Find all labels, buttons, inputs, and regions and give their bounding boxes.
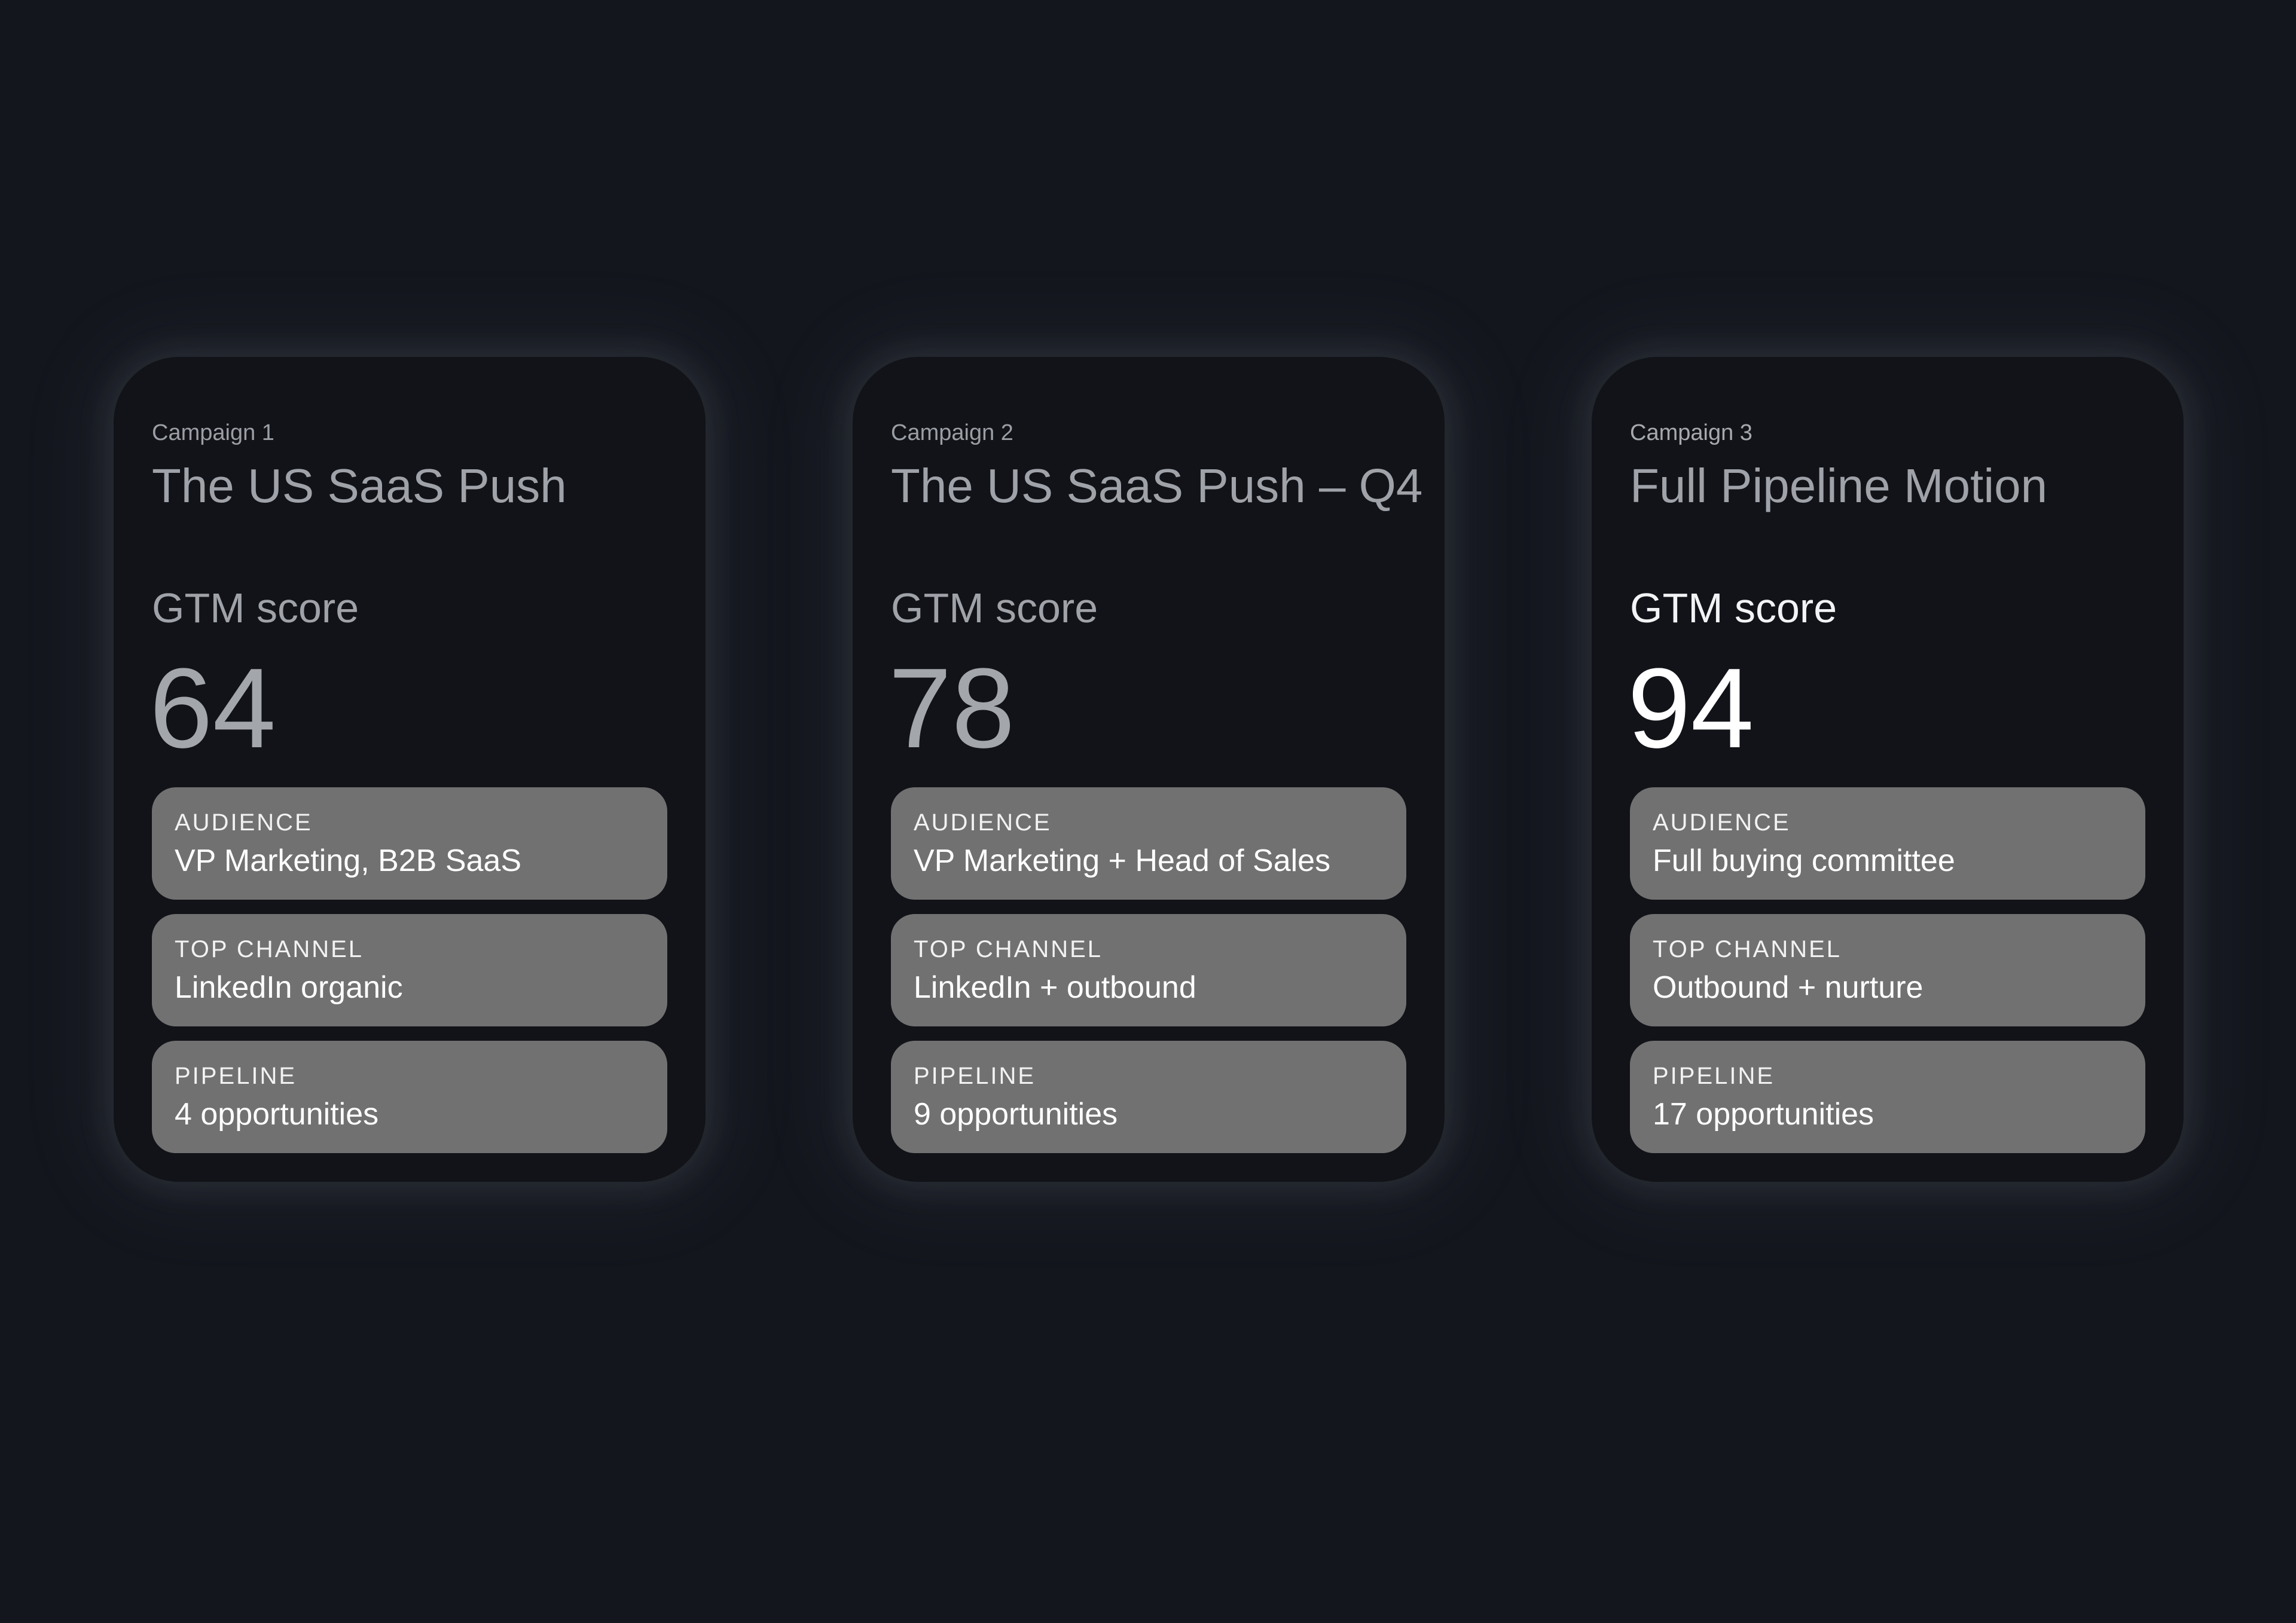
audience-label: AUDIENCE (914, 809, 1052, 836)
campaign-label: Campaign 3 (1630, 420, 1752, 445)
audience-label: AUDIENCE (1653, 809, 1791, 836)
audience-value: VP Marketing, B2B SaaS (175, 843, 522, 878)
gtm-score-value: 78 (889, 645, 1015, 772)
pipeline-panel: PIPELINE 17 opportunities (1630, 1041, 2145, 1153)
campaign-label: Campaign 1 (152, 420, 274, 445)
top-channel-value: LinkedIn + outbound (914, 970, 1196, 1005)
top-channel-panel: TOP CHANNEL Outbound + nurture (1630, 914, 2145, 1026)
top-channel-label: TOP CHANNEL (1653, 936, 1842, 962)
audience-panel: AUDIENCE Full buying committee (1630, 787, 2145, 900)
campaign-label: Campaign 2 (891, 420, 1013, 445)
top-channel-panel: TOP CHANNEL LinkedIn organic (152, 914, 667, 1026)
audience-panel: AUDIENCE VP Marketing, B2B SaaS (152, 787, 667, 900)
top-channel-value: Outbound + nurture (1653, 970, 1923, 1005)
gtm-score-label: GTM score (1630, 585, 1837, 631)
pipeline-panel: PIPELINE 4 opportunities (152, 1041, 667, 1153)
gtm-score-label: GTM score (152, 585, 359, 631)
top-channel-panel: TOP CHANNEL LinkedIn + outbound (891, 914, 1406, 1026)
campaign-card-2[interactable]: Campaign 2 The US SaaS Push – Q4 GTM sco… (853, 357, 1445, 1182)
pipeline-label: PIPELINE (175, 1063, 297, 1089)
audience-panel: AUDIENCE VP Marketing + Head of Sales (891, 787, 1406, 900)
pipeline-value: 4 opportunities (175, 1097, 379, 1132)
pipeline-value: 17 opportunities (1653, 1097, 1874, 1132)
pipeline-panel: PIPELINE 9 opportunities (891, 1041, 1406, 1153)
gtm-score-value: 94 (1628, 645, 1754, 772)
pipeline-label: PIPELINE (914, 1063, 1036, 1089)
audience-label: AUDIENCE (175, 809, 313, 836)
top-channel-value: LinkedIn organic (175, 970, 403, 1005)
gtm-score-value: 64 (149, 645, 276, 772)
top-channel-label: TOP CHANNEL (175, 936, 364, 962)
top-channel-label: TOP CHANNEL (914, 936, 1103, 962)
campaign-title: The US SaaS Push (152, 459, 567, 512)
audience-value: Full buying committee (1653, 843, 1955, 878)
campaign-card-3[interactable]: Campaign 3 Full Pipeline Motion GTM scor… (1592, 357, 2184, 1182)
gtm-score-label: GTM score (891, 585, 1098, 631)
pipeline-label: PIPELINE (1653, 1063, 1775, 1089)
campaign-title: Full Pipeline Motion (1630, 459, 2048, 512)
campaign-title: The US SaaS Push – Q4 (891, 459, 1423, 512)
campaign-card-1[interactable]: Campaign 1 The US SaaS Push GTM score 64… (114, 357, 706, 1182)
audience-value: VP Marketing + Head of Sales (914, 843, 1331, 878)
pipeline-value: 9 opportunities (914, 1097, 1118, 1132)
